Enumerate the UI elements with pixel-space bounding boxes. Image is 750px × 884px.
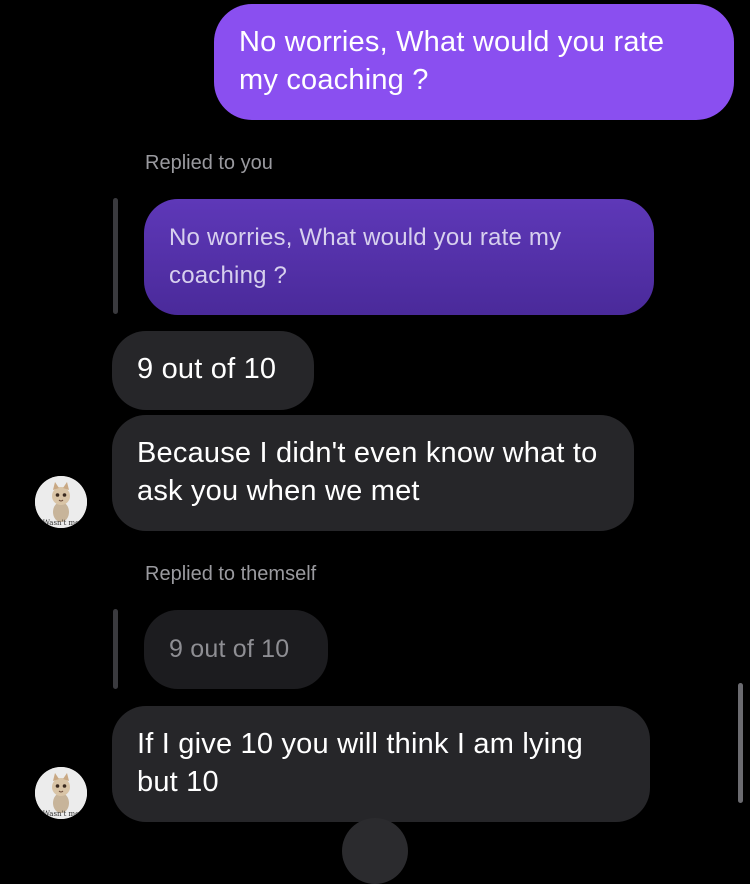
- sent-message-bubble[interactable]: No worries, What would you rate my coach…: [214, 4, 734, 120]
- reply-quote-bar: [113, 198, 118, 314]
- reply-context-label: Replied to you: [145, 152, 273, 174]
- scrollbar[interactable]: [738, 683, 743, 803]
- sent-message-text: No worries, What would you rate my coach…: [239, 26, 665, 96]
- quoted-message-bubble[interactable]: No worries, What would you rate my coach…: [144, 199, 654, 315]
- received-message-bubble[interactable]: Because I didn't even know what to ask y…: [112, 415, 634, 531]
- avatar-caption: Wasn't me: [42, 810, 80, 818]
- received-message-text: Because I didn't even know what to ask y…: [137, 437, 598, 507]
- quoted-message-text: No worries, What would you rate my coach…: [169, 224, 562, 289]
- quoted-message-text: 9 out of 10: [169, 635, 290, 663]
- cat-avatar-icon[interactable]: Wasn't me: [35, 476, 87, 528]
- reaction-button[interactable]: [342, 818, 408, 884]
- received-message-text: If I give 10 you will think I am lying b…: [137, 728, 584, 798]
- received-message-text: 9 out of 10: [137, 353, 277, 385]
- reply-quote-bar: [113, 609, 118, 689]
- avatar-caption: Wasn't me: [42, 519, 80, 527]
- quoted-message-bubble[interactable]: 9 out of 10: [144, 610, 328, 689]
- cat-avatar-icon[interactable]: Wasn't me: [35, 767, 87, 819]
- reply-context-label: Replied to themself: [145, 563, 317, 585]
- received-message-bubble[interactable]: 9 out of 10: [112, 331, 314, 410]
- received-message-bubble[interactable]: If I give 10 you will think I am lying b…: [112, 706, 650, 822]
